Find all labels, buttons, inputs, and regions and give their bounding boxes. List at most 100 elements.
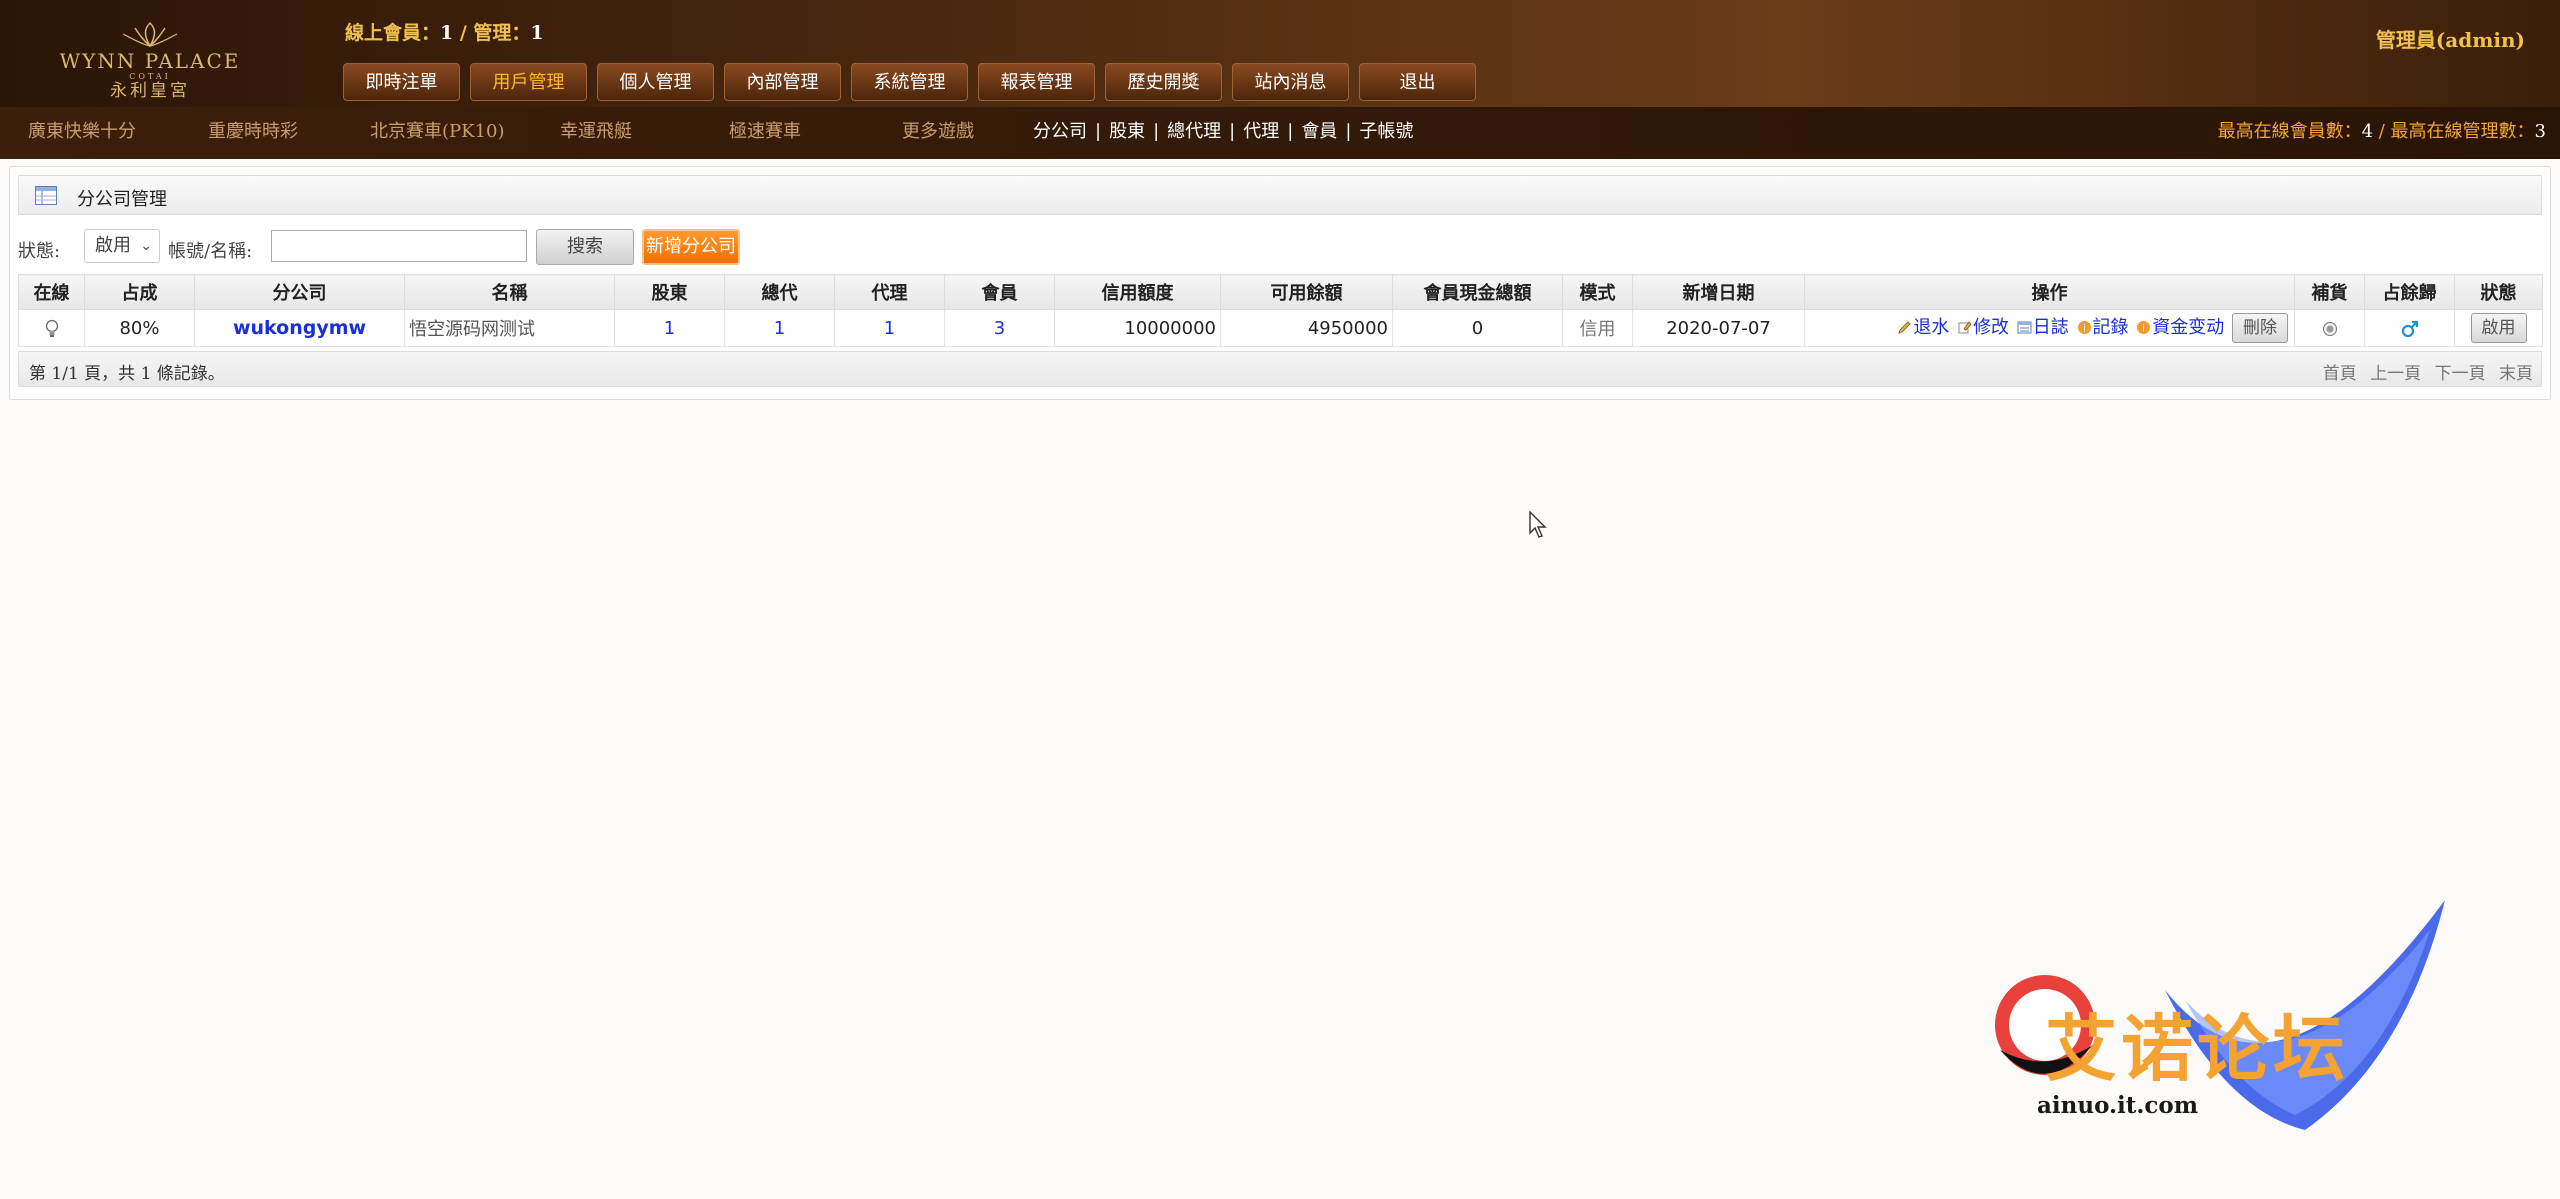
game-gd-happy10[interactable]: 廣東快樂十分	[28, 117, 136, 143]
cash-total-cell: 0	[1392, 309, 1563, 347]
delete-button[interactable]: 刪除	[2232, 313, 2288, 343]
edit-link[interactable]: 修改	[1973, 317, 2009, 338]
role-member[interactable]: 會員	[1301, 121, 1337, 142]
online-sep: / 管理：	[453, 22, 531, 44]
mouse-cursor-icon	[1529, 511, 1547, 538]
edit-icon	[1958, 321, 1972, 334]
role-links: 分公司 | 股東 | 總代理 | 代理 | 會員 | 子帳號	[1033, 117, 1413, 143]
fund-change-link[interactable]: 資金变动	[2152, 317, 2224, 338]
role-sep: |	[1287, 121, 1294, 142]
online-label: 線上會員：	[345, 22, 441, 44]
col-branch: 分公司	[194, 274, 405, 310]
game-lucky-airship[interactable]: 幸運飛艇	[560, 117, 632, 143]
col-remainder: 占餘歸	[2364, 274, 2455, 310]
role-sub-account[interactable]: 子帳號	[1359, 121, 1413, 142]
watermark-url: ainuo.it.com	[2037, 1092, 2199, 1119]
col-shareholders: 股東	[614, 274, 725, 310]
nav-personal[interactable]: 個人管理	[597, 63, 714, 101]
chevron-down-icon: ⌄	[140, 238, 152, 254]
status-select-value: 啟用	[95, 235, 131, 256]
col-name: 名稱	[404, 274, 615, 310]
pagination-info: 第 1/1 頁，共 1 條記錄。	[29, 364, 225, 384]
svg-text:i: i	[2083, 324, 2086, 335]
watermark-title: 艾诺论坛	[2045, 1007, 2350, 1091]
panel-title: 分公司管理	[77, 189, 167, 210]
mode-cell: 信用	[1562, 309, 1633, 347]
branch-management-panel: 分公司管理 狀態: 啟用 ⌄ 帳號/名稱: 搜索 新增分公司 在線 占成 分公司…	[9, 166, 2551, 400]
max-admins-label: / 最高在線管理數：	[2373, 121, 2535, 142]
toggle-status-button[interactable]: 啟用	[2470, 313, 2527, 343]
nav-user-management[interactable]: 用戶管理	[470, 63, 587, 101]
sub-nav-bar: 廣東快樂十分 重慶時時彩 北京賽車(PK10) 幸運飛艇 極速賽車 更多遊戲 分…	[0, 107, 2560, 159]
role-sep: |	[1229, 121, 1236, 142]
agents-count-link[interactable]: 1	[834, 309, 945, 347]
logo-brand: WYNN PALACE	[59, 49, 241, 73]
general-agents-count-link[interactable]: 1	[724, 309, 835, 347]
nav-messages[interactable]: 站內消息	[1232, 63, 1349, 101]
role-branch[interactable]: 分公司	[1033, 121, 1087, 142]
prev-page-link[interactable]: 上一頁	[2370, 364, 2421, 384]
max-members-count: 4	[2361, 121, 2374, 142]
main-nav: 即時注單 用戶管理 個人管理 內部管理 系統管理 報表管理 歷史開獎 站內消息 …	[343, 63, 1476, 103]
male-icon[interactable]	[2400, 319, 2420, 339]
role-agent[interactable]: 代理	[1243, 121, 1279, 142]
members-count-link[interactable]: 3	[944, 309, 1055, 347]
role-sep: |	[1345, 121, 1352, 142]
col-ops: 操作	[1804, 274, 2295, 310]
game-speed-racing[interactable]: 極速賽車	[729, 117, 801, 143]
table-row: 80% wukongymw 悟空源码网测试 1 1 1 3 10000000 4…	[18, 309, 2543, 347]
info-icon: i	[2077, 321, 2091, 335]
nav-logout[interactable]: 退出	[1359, 63, 1476, 101]
logo-cn: 永利皇宮	[110, 81, 190, 101]
nav-history-draws[interactable]: 歷史開獎	[1105, 63, 1222, 101]
account-name-label: 帳號/名稱:	[168, 241, 253, 262]
nav-system[interactable]: 系統管理	[851, 63, 968, 101]
add-branch-button[interactable]: 新增分公司	[642, 229, 740, 265]
search-button[interactable]: 搜索	[536, 229, 634, 265]
share-cell: 80%	[84, 309, 195, 347]
rebate-link[interactable]: 退水	[1913, 317, 1949, 338]
nav-reports[interactable]: 報表管理	[978, 63, 1095, 101]
next-page-link[interactable]: 下一頁	[2435, 364, 2486, 384]
status-select[interactable]: 啟用 ⌄	[84, 229, 160, 263]
last-page-link[interactable]: 末頁	[2499, 364, 2533, 384]
pagination-bar: 第 1/1 頁，共 1 條記錄。 首頁 上一頁 下一頁 末頁	[18, 351, 2542, 387]
pencil-icon	[1898, 321, 1912, 334]
shareholders-count-link[interactable]: 1	[614, 309, 725, 347]
first-page-link[interactable]: 首頁	[2323, 364, 2357, 384]
pagination-links: 首頁 上一頁 下一頁 末頁	[2315, 359, 2533, 384]
status-label: 狀態:	[18, 241, 61, 262]
log-link[interactable]: 日誌	[2033, 317, 2069, 338]
crest-icon	[122, 21, 178, 48]
panel-title-bar: 分公司管理	[18, 175, 2542, 215]
logo-sub: COTAI	[129, 72, 171, 81]
forum-watermark: 艾诺论坛 ainuo.it.com	[1975, 900, 2455, 1140]
radio-dot-icon[interactable]	[2322, 321, 2338, 337]
game-more[interactable]: 更多遊戲	[902, 117, 974, 143]
records-link[interactable]: 記錄	[2093, 317, 2129, 338]
role-shareholder[interactable]: 股東	[1109, 121, 1145, 142]
col-status: 狀態	[2454, 274, 2543, 310]
info-icon: i	[2137, 321, 2151, 335]
game-bj-pk10[interactable]: 北京賽車(PK10)	[370, 117, 505, 143]
col-available: 可用餘額	[1220, 274, 1393, 310]
online-members-count: 1	[440, 22, 454, 44]
game-cq-ssc[interactable]: 重慶時時彩	[208, 117, 298, 143]
nav-live-bets[interactable]: 即時注單	[343, 63, 460, 101]
refill-cell	[2294, 309, 2365, 347]
table-icon	[35, 186, 57, 205]
status-cell: 啟用	[2454, 309, 2543, 347]
admin-user[interactable]: 管理員(admin)	[2376, 24, 2525, 53]
max-online-stats: 最高在線會員數：4 / 最高在線管理數：3	[2218, 117, 2546, 143]
col-cash-total: 會員現金總額	[1392, 274, 1563, 310]
table-header-row: 在線 占成 分公司 名稱 股東 總代 代理 會員 信用額度 可用餘額 會員現金總…	[18, 274, 2543, 310]
svg-text:i: i	[2142, 324, 2145, 335]
max-admins-count: 3	[2534, 121, 2546, 142]
account-search-input[interactable]	[271, 230, 527, 262]
online-admins-count: 1	[530, 22, 544, 44]
role-general-agent[interactable]: 總代理	[1167, 121, 1221, 142]
branch-account-link[interactable]: wukongymw	[194, 309, 405, 347]
nav-internal[interactable]: 內部管理	[724, 63, 841, 101]
date-cell: 2020-07-07	[1632, 309, 1805, 347]
col-share: 占成	[84, 274, 195, 310]
